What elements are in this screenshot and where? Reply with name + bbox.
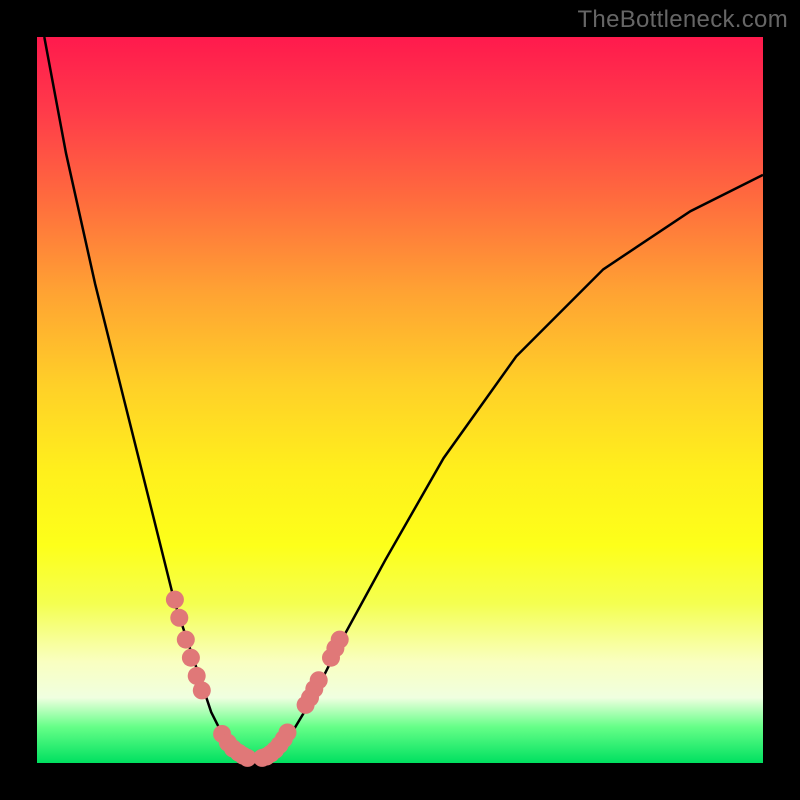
chart-frame: TheBottleneck.com bbox=[0, 0, 800, 800]
plot-area bbox=[37, 37, 763, 763]
watermark-text: TheBottleneck.com bbox=[577, 6, 788, 34]
